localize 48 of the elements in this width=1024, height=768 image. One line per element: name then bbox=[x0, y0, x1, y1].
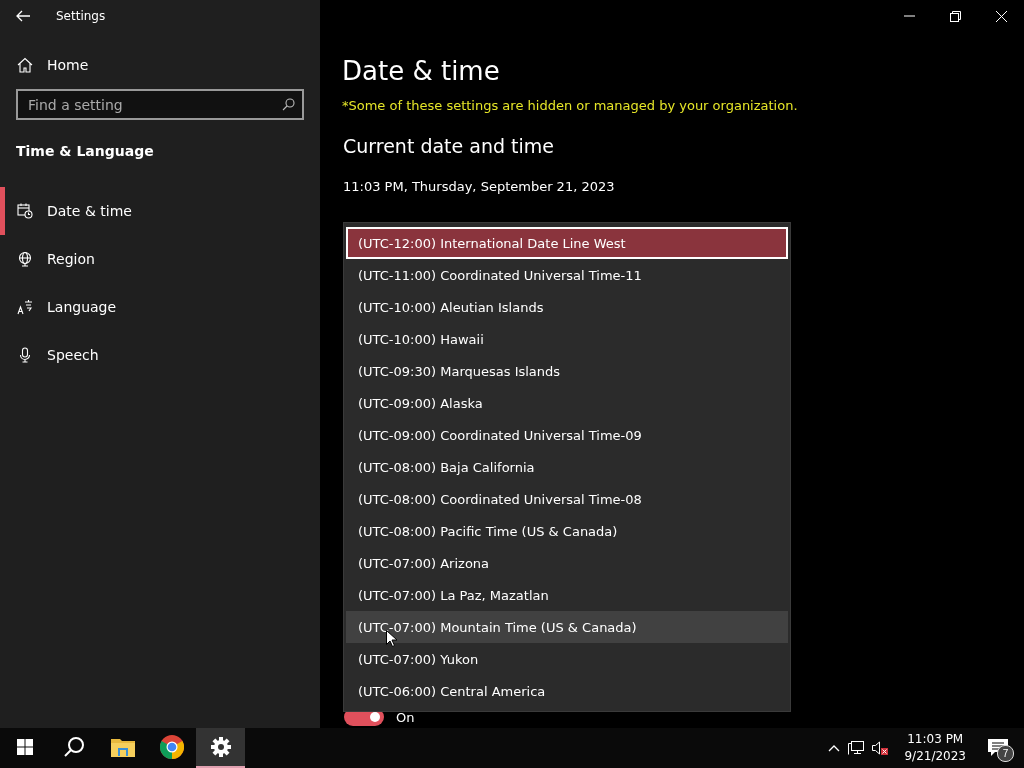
time-zone-option[interactable]: (UTC-08:00) Pacific Time (US & Canada) bbox=[346, 515, 788, 547]
time-zone-option[interactable]: (UTC-09:30) Marquesas Islands bbox=[346, 355, 788, 387]
windows-logo-icon bbox=[16, 739, 33, 755]
chrome-browser-icon bbox=[159, 735, 184, 759]
calendar-clock-icon bbox=[17, 203, 33, 219]
time-zone-option[interactable]: (UTC-09:00) Alaska bbox=[346, 387, 788, 419]
close-icon[interactable] bbox=[995, 10, 1007, 22]
home-link[interactable]: Home bbox=[17, 57, 89, 73]
time-zone-option[interactable]: (UTC-11:00) Coordinated Universal Time-11 bbox=[346, 259, 788, 291]
language-icon bbox=[17, 299, 33, 315]
search-icon bbox=[62, 736, 85, 758]
toggle-label: On bbox=[396, 709, 415, 725]
restore-icon[interactable] bbox=[949, 10, 961, 22]
time-zone-option[interactable]: (UTC-10:00) Aleutian Islands bbox=[346, 291, 788, 323]
current-date-time: 11:03 PM, Thursday, September 21, 2023 bbox=[343, 179, 616, 194]
time-zone-option[interactable]: (UTC-08:00) Baja California bbox=[346, 451, 788, 483]
microphone-icon bbox=[17, 347, 33, 363]
page-title: Date & time bbox=[342, 56, 501, 86]
clock-button[interactable]: 11:03 PM 9/21/2023 bbox=[896, 731, 974, 765]
time-zone-option[interactable]: (UTC-07:00) Arizona bbox=[346, 547, 788, 579]
section-heading: Current date and time bbox=[343, 135, 555, 157]
search-field[interactable]: Find a setting bbox=[16, 89, 304, 120]
minimize-icon[interactable] bbox=[903, 15, 915, 17]
time-zone-option[interactable]: (UTC-06:00) Central America bbox=[346, 675, 788, 707]
time-zone-option[interactable]: (UTC-12:00) International Date Line West bbox=[346, 227, 788, 259]
window-title: Settings bbox=[56, 9, 106, 23]
sidebar-item[interactable]: Speech bbox=[0, 331, 320, 379]
home-icon bbox=[17, 57, 33, 73]
folder-icon bbox=[110, 737, 135, 757]
taskbar-button[interactable] bbox=[196, 728, 245, 768]
sidebar-item[interactable]: Language bbox=[0, 283, 320, 331]
time-zone-option[interactable]: (UTC-09:00) Coordinated Universal Time-09 bbox=[346, 419, 788, 451]
search-icon bbox=[282, 98, 295, 111]
time-zone-option[interactable]: (UTC-07:00) Yukon bbox=[346, 643, 788, 675]
time-zone-option[interactable]: (UTC-07:00) La Paz, Mazatlan bbox=[346, 579, 788, 611]
chevron-up-icon[interactable] bbox=[828, 744, 841, 752]
gear-icon bbox=[210, 737, 231, 757]
notification-count: 7 bbox=[997, 745, 1014, 762]
section-heading: Time & Language bbox=[16, 143, 155, 159]
managed-notice: *Some of these settings are hidden or managed by your organization. bbox=[342, 98, 799, 113]
sidebar-item[interactable]: Region bbox=[0, 235, 320, 283]
network-icon[interactable] bbox=[848, 741, 865, 755]
time-zone-option[interactable]: (UTC-10:00) Hawaii bbox=[346, 323, 788, 355]
time-zone-option[interactable]: (UTC-08:00) Coordinated Universal Time-08 bbox=[346, 483, 788, 515]
globe-icon bbox=[17, 251, 33, 267]
time-zone-option[interactable]: (UTC-07:00) Mountain Time (US & Canada) bbox=[346, 611, 788, 643]
back-arrow-icon[interactable] bbox=[16, 10, 30, 22]
speaker-muted-icon[interactable] bbox=[872, 741, 889, 755]
